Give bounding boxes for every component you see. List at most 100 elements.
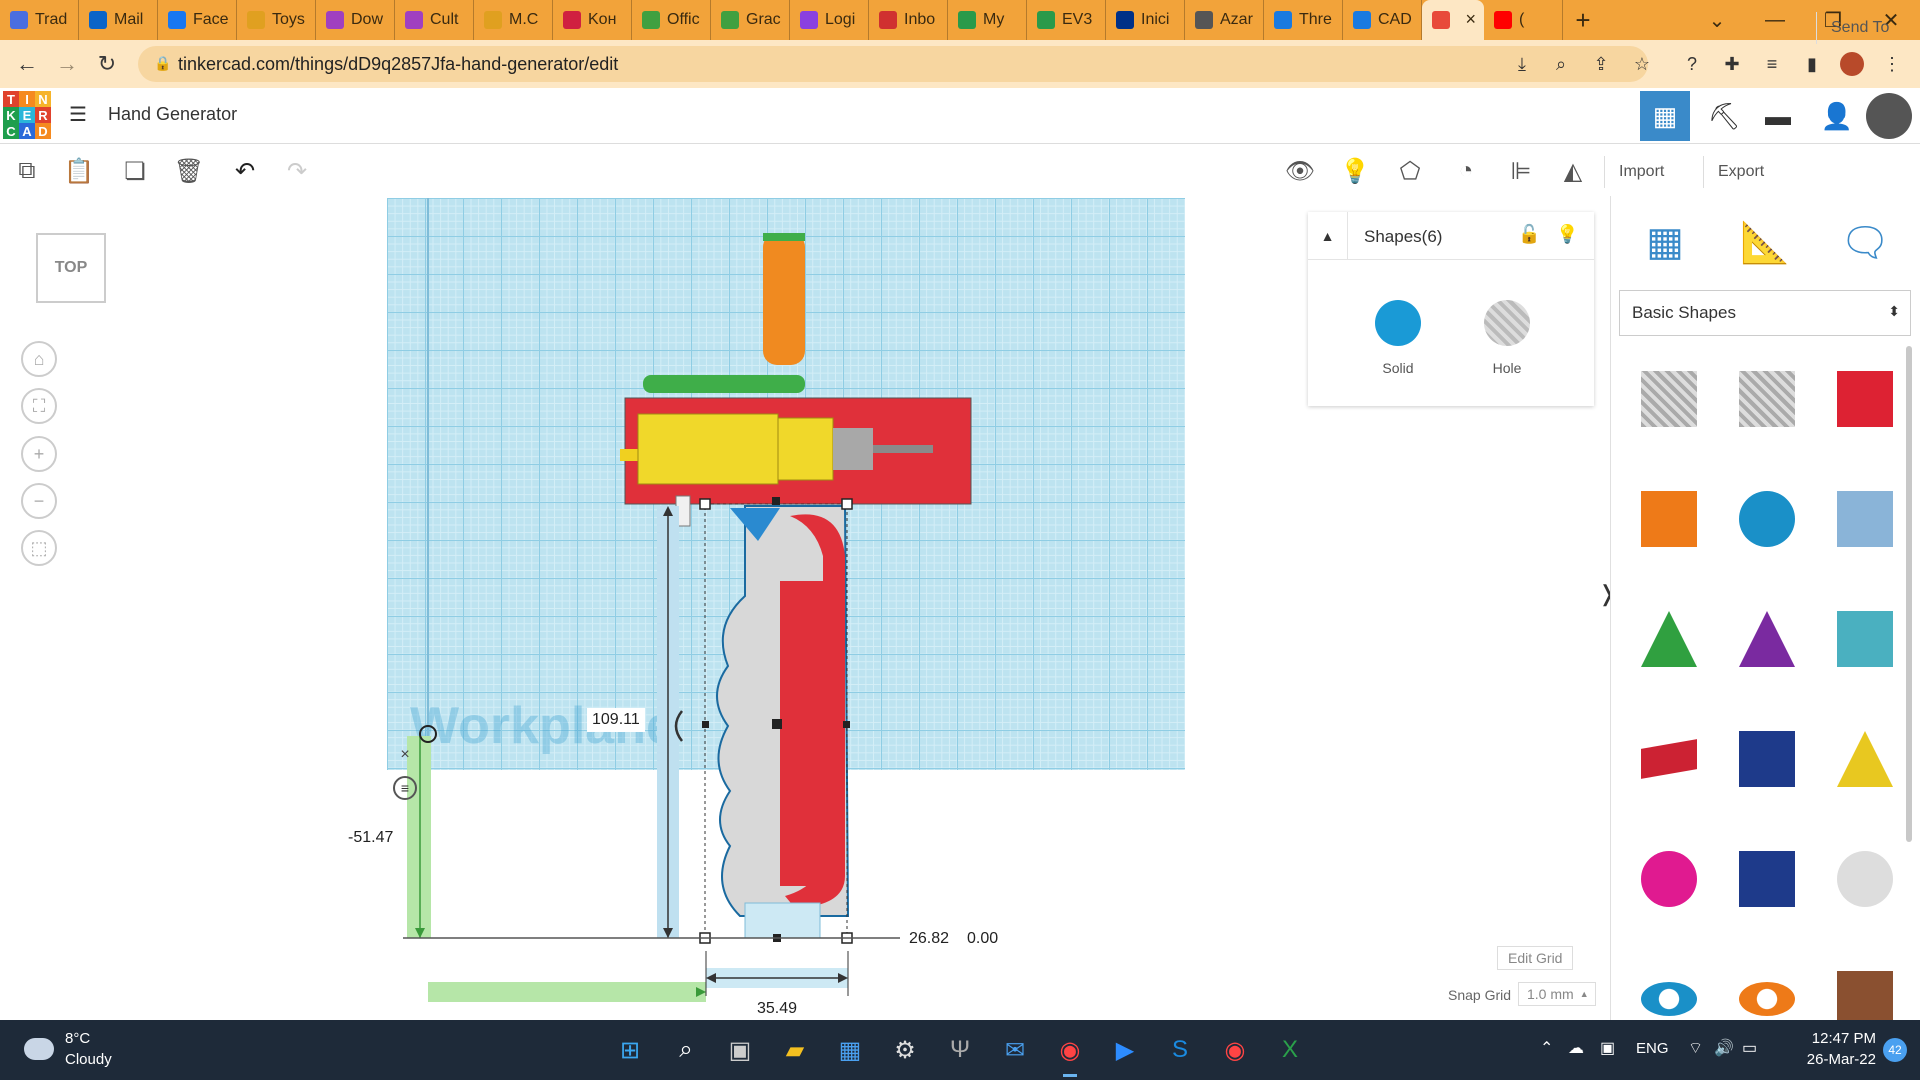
workplane-tool-icon[interactable]: ▦ (1635, 214, 1695, 270)
note-lightbulb-icon[interactable]: 💡 (1338, 154, 1372, 188)
blocks-pickaxe-icon[interactable]: ⛏ (1699, 91, 1749, 141)
solid-swatch[interactable] (1375, 300, 1421, 346)
close-tab-icon[interactable]: × (1465, 9, 1476, 30)
browser-tab[interactable]: Inici (1106, 0, 1185, 40)
browser-tab[interactable]: M.C (474, 0, 553, 40)
hole-swatch[interactable] (1484, 300, 1530, 346)
shape-tile[interactable] (1819, 584, 1911, 694)
clock-date[interactable]: 26-Mar-22 (1786, 1051, 1876, 1068)
notes-tool-icon[interactable]: 🗨 (1835, 214, 1895, 270)
import-button[interactable]: Import (1604, 156, 1678, 188)
shape-tile[interactable] (1819, 824, 1911, 934)
weather-desc[interactable]: Cloudy (65, 1051, 112, 1068)
shape-tile[interactable] (1623, 944, 1715, 1020)
share-icon[interactable]: ⇪ (1589, 52, 1613, 76)
extension-help-icon[interactable]: ? (1680, 52, 1704, 76)
shape-tile[interactable] (1623, 584, 1715, 694)
expand-panel-icon[interactable]: ❭ (1598, 581, 1610, 625)
browser-tab[interactable]: My (948, 0, 1027, 40)
browser-tab[interactable]: Trad (0, 0, 79, 40)
shape-tile[interactable] (1721, 944, 1813, 1020)
shape-tile[interactable] (1819, 704, 1911, 814)
browser-tab[interactable]: Face (158, 0, 237, 40)
bricks-icon[interactable]: ▬ (1753, 91, 1803, 141)
reload-button[interactable]: ↻ (93, 50, 121, 78)
app-icon[interactable]: Ψ (942, 1032, 978, 1068)
zoom-app-icon[interactable]: ▶ (1107, 1032, 1143, 1068)
browser-tab[interactable]: Azar (1185, 0, 1264, 40)
browser-tab[interactable]: Kон (553, 0, 632, 40)
design-menu-icon[interactable]: ☰ (66, 104, 90, 126)
zoom-out-icon[interactable]: − (21, 483, 57, 519)
align-icon[interactable]: ⊫ (1504, 154, 1538, 188)
onedrive-icon[interactable]: ☁ (1568, 1038, 1584, 1058)
export-button[interactable]: Export (1703, 156, 1778, 188)
light-icon[interactable]: 💡 (1556, 224, 1578, 245)
shape-tile[interactable] (1721, 584, 1813, 694)
zoom-in-icon[interactable]: + (21, 436, 57, 472)
shape-tile[interactable] (1819, 944, 1911, 1020)
shape-tile[interactable] (1623, 704, 1715, 814)
search-icon[interactable]: ⌕ (668, 1032, 704, 1068)
edit-grid-button[interactable]: Edit Grid (1497, 946, 1574, 970)
shape-tile[interactable] (1721, 824, 1813, 934)
redo-icon[interactable]: ↷ (280, 154, 314, 188)
browser-tab[interactable]: Inbo (869, 0, 948, 40)
collapse-icon[interactable]: ▲ (1308, 212, 1348, 260)
home-view-icon[interactable]: ⌂ (21, 341, 57, 377)
volume-icon[interactable]: 🔊 (1714, 1038, 1734, 1058)
x-position[interactable]: 26.82 (904, 927, 955, 951)
task-view-icon[interactable]: ▣ (722, 1032, 758, 1068)
browser-tab[interactable]: ( (1484, 0, 1563, 40)
tray-chevron-icon[interactable]: ⌃ (1540, 1038, 1553, 1058)
shape-tile[interactable] (1721, 344, 1813, 454)
cloud-icon[interactable] (24, 1038, 54, 1060)
library-scrollbar[interactable] (1906, 346, 1912, 842)
weather-temp[interactable]: 8°C (65, 1030, 90, 1047)
sidepanel-icon[interactable]: ▮ (1800, 52, 1824, 76)
3d-view-button[interactable]: ▦ (1640, 91, 1690, 141)
file-explorer-icon[interactable]: ▰ (777, 1032, 813, 1068)
send-to-button[interactable]: Send To (1816, 12, 1903, 44)
browser-tab[interactable]: Cult (395, 0, 474, 40)
view-cube[interactable]: TOP (36, 233, 106, 303)
user-avatar[interactable] (1866, 93, 1912, 139)
clock-time[interactable]: 12:47 PM (1786, 1030, 1876, 1047)
browser-tab[interactable]: Logi (790, 0, 869, 40)
browser-tab[interactable]: EV3 (1027, 0, 1106, 40)
minimize-button[interactable]: — (1746, 0, 1804, 40)
tinkercad-logo[interactable]: TINKERCAD (3, 91, 51, 139)
star-icon[interactable]: ☆ (1630, 52, 1654, 76)
back-button[interactable]: ← (13, 50, 41, 78)
add-user-icon[interactable]: 👤 (1812, 91, 1862, 141)
zoom-icon[interactable]: ⌕ (1549, 52, 1573, 76)
shape-tile[interactable] (1623, 464, 1715, 574)
delete-icon[interactable]: 🗑 (172, 154, 206, 188)
browser-tab[interactable]: Mail (79, 0, 158, 40)
browser-tab[interactable]: × (1422, 0, 1484, 40)
duplicate-icon[interactable]: ❏ (118, 154, 152, 188)
ruler-tool-icon[interactable]: 📐 (1735, 214, 1795, 270)
group-icon[interactable]: ⬠ (1393, 154, 1427, 188)
mail-icon[interactable]: ✉ (997, 1032, 1033, 1068)
forward-button[interactable]: → (53, 50, 81, 78)
media-icon[interactable]: ≡ (1760, 52, 1784, 76)
snap-grid-select[interactable]: 1.0 mm ▲ (1518, 982, 1596, 1006)
chrome-profile-icon[interactable]: ◉ (1217, 1032, 1253, 1068)
shape-tile[interactable] (1721, 704, 1813, 814)
notification-badge[interactable]: 42 (1883, 1038, 1907, 1062)
puzzle-icon[interactable]: ✚ (1720, 52, 1744, 76)
paste-icon[interactable]: 📋 (62, 154, 96, 188)
ungroup-icon[interactable]: ◔ (1449, 154, 1483, 188)
fit-view-icon[interactable]: ⛶ (21, 388, 57, 424)
battery-icon[interactable]: ▭ (1742, 1038, 1757, 1058)
ruler-options-icon[interactable]: ≡ (393, 776, 417, 800)
new-tab-button[interactable]: + (1563, 0, 1603, 40)
skype-icon[interactable]: S (1162, 1032, 1198, 1068)
undo-icon[interactable]: ↶ (228, 154, 262, 188)
height-dimension[interactable]: 109.11 (587, 708, 645, 732)
url-field[interactable]: 🔒 tinkercad.com/things/dD9q2857Jfa-hand-… (138, 46, 1648, 82)
browser-menu-icon[interactable]: ⋮ (1880, 52, 1904, 76)
store-icon[interactable]: ▦ (832, 1032, 868, 1068)
design-title[interactable]: Hand Generator (108, 104, 237, 125)
